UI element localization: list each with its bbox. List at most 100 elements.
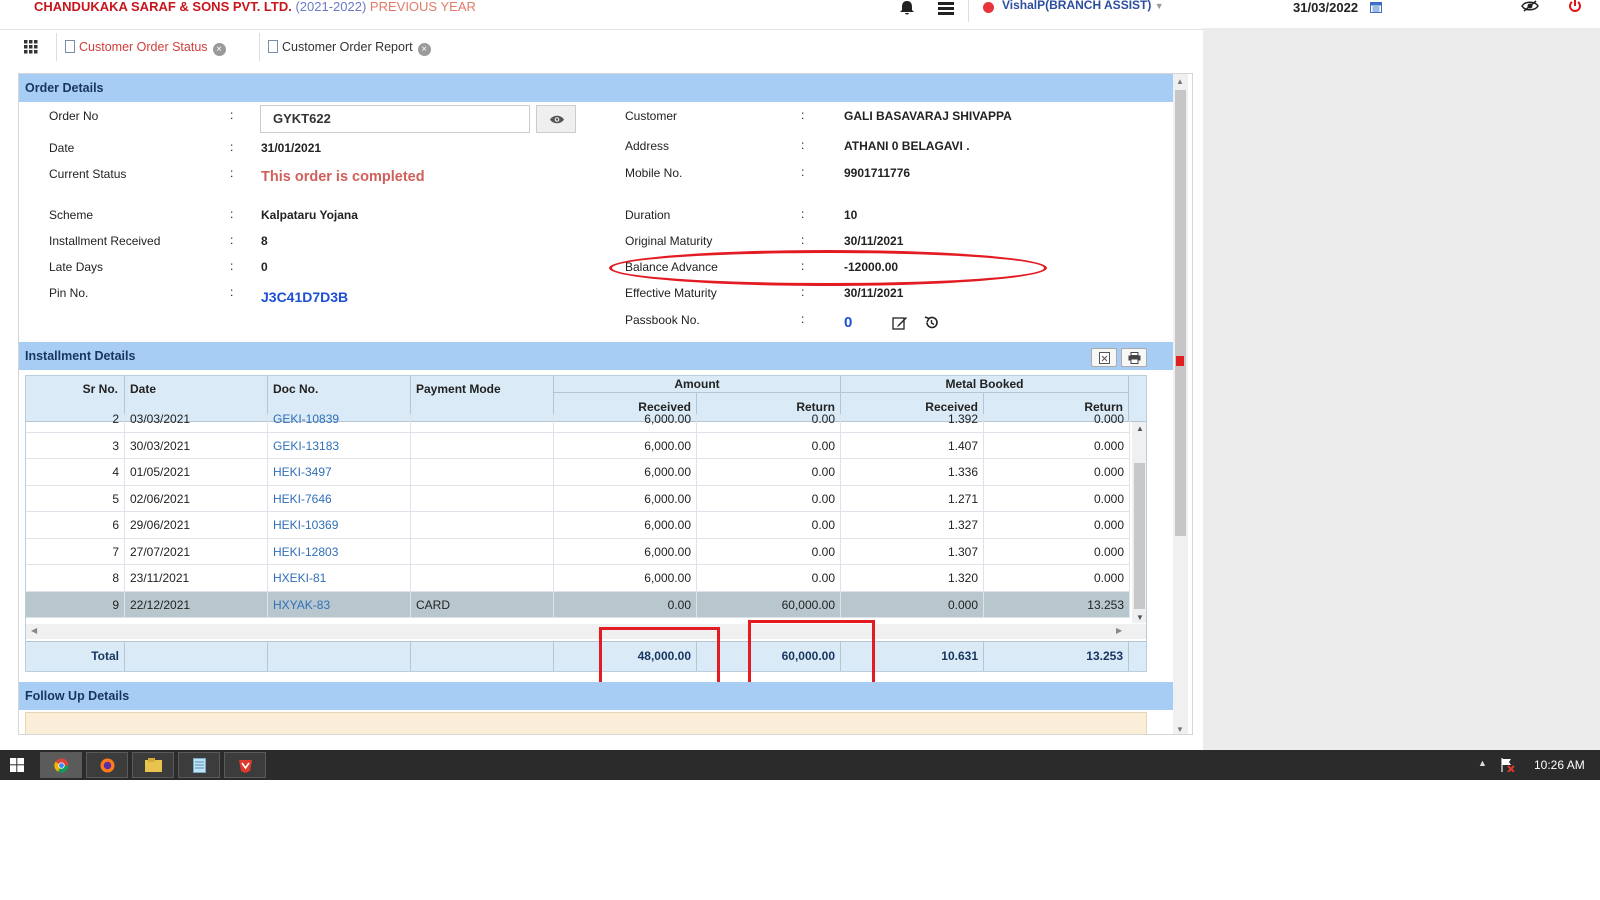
cell-doc-no[interactable]: HEKI-10369 [268,512,411,538]
tray-expand-icon[interactable]: ▲ [1478,758,1487,768]
cell-amount-received: 6,000.00 [554,565,697,591]
order-details-header: Order Details [19,74,1176,102]
original-maturity-value: 30/11/2021 [844,234,904,248]
table-vertical-scrollbar[interactable]: ▲ ▼ [1132,422,1146,623]
cell-date: 02/06/2021 [125,485,268,511]
financial-year: (2021-2022) [295,0,367,14]
scroll-thumb[interactable] [1134,463,1145,609]
company-title: CHANDUKAKA SARAF & SONS PVT. LTD. [34,0,292,14]
current-status-label: Current Status [49,167,127,181]
cell-amount-return: 0.00 [697,512,841,538]
cell-payment-mode: CARD [411,591,554,617]
app-icon [239,760,252,773]
taskbar-clock[interactable]: 10:26 AM [1534,750,1585,780]
edit-icon[interactable] [892,315,908,330]
eye-slash-icon[interactable] [1521,0,1539,12]
firefox-icon [100,758,115,773]
table-row[interactable]: 2 03/03/2021 GEKI-10839 6,000.00 0.00 1.… [26,414,1130,433]
cell-metal-received: 0.000 [841,591,984,617]
cell-doc-no[interactable]: HXEKI-81 [268,565,411,591]
excel-icon [1099,352,1110,364]
print-button[interactable] [1121,348,1147,367]
os-taskbar: ▲ 10:26 AM [0,750,1600,780]
cell-doc-no[interactable]: HEKI-3497 [268,459,411,485]
taskbar-firefox[interactable] [86,752,128,778]
table-row[interactable]: 9 22/12/2021 HXYAK-83 CARD 0.00 60,000.0… [26,591,1130,618]
cell-payment-mode [411,432,554,458]
scheme-label: Scheme [49,208,94,222]
cell-metal-received: 1.327 [841,512,984,538]
close-tab-icon[interactable]: × [212,43,226,56]
current-date: 31/03/2022 [1293,0,1359,15]
scroll-thumb[interactable] [1175,90,1186,536]
menu-list-icon[interactable] [936,0,956,16]
user-name: VishalP(BRANCH ASSIST) [1002,0,1152,12]
scroll-right-icon[interactable]: ▶ [1116,626,1122,635]
cell-sr-no: 6 [26,512,125,538]
cell-amount-return: 0.00 [697,485,841,511]
tab-customer-order-report[interactable]: Customer Order Report × [260,33,450,61]
customer-value: GALI BASAVARAJ SHIVAPPA [844,109,1012,123]
date-label: Date [49,141,75,155]
table-row[interactable]: 5 02/06/2021 HEKI-7646 6,000.00 0.00 1.2… [26,485,1130,512]
colon: : [230,233,234,247]
cell-doc-no[interactable]: HEKI-12803 [268,538,411,564]
user-menu[interactable]: VishalP(BRANCH ASSIST) ▼ [1002,0,1164,12]
tab-customer-order-status[interactable]: Customer Order Status × [56,33,260,61]
table-row[interactable]: 3 30/03/2021 GEKI-13183 6,000.00 0.00 1.… [26,432,1130,459]
follow-up-details-header: Follow Up Details [19,682,1176,710]
taskbar-app[interactable] [224,752,266,778]
installment-table: Sr No. Date Doc No. Payment Mode Amount … [25,375,1147,672]
colon: : [801,285,805,299]
cell-amount-received: 6,000.00 [554,414,697,432]
export-excel-button[interactable] [1091,348,1117,367]
scroll-marker [1176,356,1184,366]
power-icon[interactable] [1568,0,1582,12]
cell-amount-received: 0.00 [554,591,697,617]
cell-metal-return: 0.000 [984,485,1130,511]
network-flag-icon[interactable] [1500,758,1515,772]
order-no-input[interactable]: GYKT622 [260,105,530,133]
table-row[interactable]: 6 29/06/2021 HEKI-10369 6,000.00 0.00 1.… [26,512,1130,539]
taskbar-notepad[interactable] [178,752,220,778]
tab-bar: Customer Order Status × Customer Order Re… [18,33,1203,61]
chrome-icon [54,758,69,773]
current-status-value: This order is completed [261,169,425,185]
eye-icon [550,115,564,124]
scroll-left-icon[interactable]: ◀ [31,626,37,635]
cell-metal-received: 1.320 [841,565,984,591]
close-tab-icon[interactable]: × [417,43,431,56]
installment-details-header: Installment Details [19,342,1176,370]
scroll-down-icon[interactable]: ▼ [1176,725,1184,734]
scroll-up-icon[interactable]: ▲ [1176,77,1184,86]
cell-doc-no[interactable]: GEKI-13183 [268,432,411,458]
panel-vertical-scrollbar[interactable]: ▲ ▼ [1173,74,1188,734]
cell-doc-no[interactable]: HEKI-7646 [268,485,411,511]
cell-metal-received: 1.336 [841,459,984,485]
cell-metal-received: 1.407 [841,432,984,458]
address-value: ATHANI 0 BELAGAVI . [844,139,970,153]
calendar-icon[interactable] [1370,1,1382,13]
installment-received-value: 8 [261,234,268,248]
mobile-no-label: Mobile No. [625,166,683,180]
apps-grid-icon[interactable] [24,40,38,54]
cell-payment-mode [411,538,554,564]
scroll-up-icon[interactable]: ▲ [1136,424,1144,433]
history-icon[interactable] [924,315,939,330]
cell-doc-no[interactable]: GEKI-10839 [268,414,411,432]
table-horizontal-scrollbar[interactable]: ◀ ▶ [26,624,1146,639]
cell-doc-no[interactable]: HXYAK-83 [268,591,411,617]
taskbar-explorer[interactable] [132,752,174,778]
table-row[interactable]: 4 01/05/2021 HEKI-3497 6,000.00 0.00 1.3… [26,459,1130,486]
scroll-down-icon[interactable]: ▼ [1136,613,1144,622]
pin-no-label: Pin No. [49,286,89,300]
passbook-no-label: Passbook No. [625,313,700,327]
table-row[interactable]: 8 23/11/2021 HXEKI-81 6,000.00 0.00 1.32… [26,565,1130,592]
view-order-button[interactable] [536,105,576,133]
table-row[interactable]: 7 27/07/2021 HEKI-12803 6,000.00 0.00 1.… [26,538,1130,565]
customer-label: Customer [625,109,678,123]
taskbar-chrome[interactable] [40,752,82,778]
cell-amount-received: 6,000.00 [554,459,697,485]
windows-start-icon[interactable] [10,758,24,772]
bell-icon[interactable] [897,0,917,16]
